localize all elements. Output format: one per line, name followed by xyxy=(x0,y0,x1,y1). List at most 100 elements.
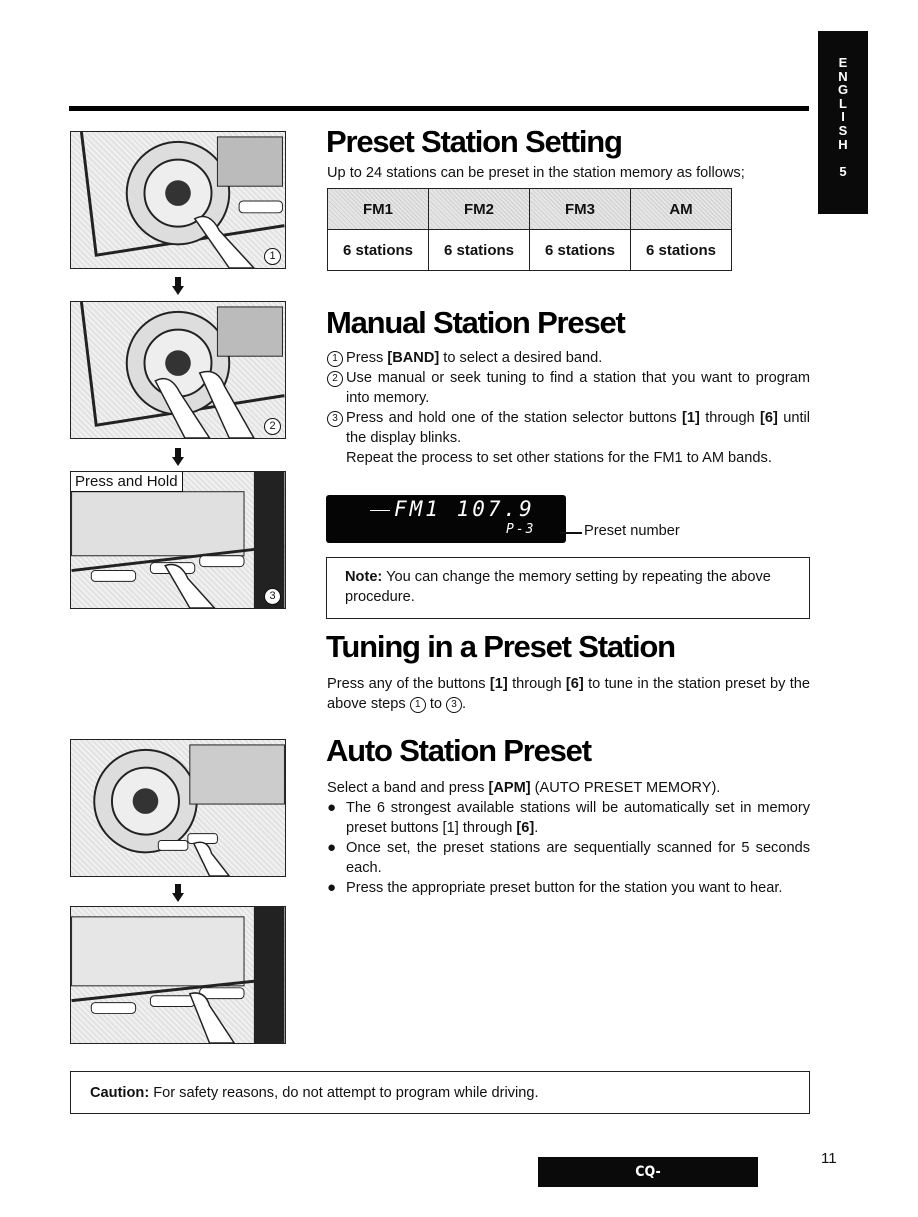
bullet-text: Press the appropriate preset button for … xyxy=(346,880,783,896)
heading-tuning-preset-station: Tuning in a Preset Station xyxy=(326,629,676,664)
callout-leader-line xyxy=(560,532,582,534)
caution-text: For safety reasons, do not attempt to pr… xyxy=(149,1085,539,1101)
car-stereo-dial-illustration xyxy=(79,132,285,268)
note-box: Note: You can change the memory setting … xyxy=(326,557,810,619)
key-label: [1] xyxy=(489,676,508,692)
text-segment: through xyxy=(458,820,517,836)
band-cell: FM2 xyxy=(428,188,530,230)
step-text: to select a desired band. xyxy=(439,350,603,366)
text-segment: (AUTO PRESET MEMORY). xyxy=(530,780,721,796)
lcd-display: FM1 107.9 P-3 xyxy=(326,495,566,543)
bullet-item: ● Press the appropriate preset button fo… xyxy=(327,878,810,898)
text-segment: through xyxy=(507,676,566,692)
step-text: through xyxy=(699,410,761,426)
capacity-row: 6 stations 6 stations 6 stations 6 stati… xyxy=(327,229,732,271)
key-label: [6] xyxy=(760,410,778,426)
down-arrow-icon xyxy=(172,884,184,902)
illustration-seek-tuning: 2 xyxy=(70,301,286,439)
section-number: 5 xyxy=(839,164,847,180)
heading-manual-station-preset: Manual Station Preset xyxy=(326,305,626,340)
step-item: 2 Use manual or seek tuning to find a st… xyxy=(327,368,810,408)
step-number-icon: 2 xyxy=(327,371,343,387)
tuning-preset-text: Press any of the buttons [1] through [6]… xyxy=(327,674,810,714)
capacity-cell: 6 stations xyxy=(327,229,429,271)
page-number: 11 xyxy=(821,1150,837,1167)
down-arrow-icon xyxy=(172,448,184,466)
step-text: Use manual or seek tuning to find a stat… xyxy=(346,370,810,406)
down-arrow-icon xyxy=(172,277,184,295)
step-text: Press xyxy=(346,350,388,366)
language-tab: E N G L I S H 5 xyxy=(818,31,868,214)
step-number-badge: 1 xyxy=(264,248,281,265)
car-stereo-preset-buttons-illustration xyxy=(71,907,285,1043)
repeat-note: Repeat the process to set other stations… xyxy=(327,448,810,468)
illustration-press-and-hold: Press and Hold 3 xyxy=(70,471,286,609)
lcd-band-frequency: FM1 107.9 xyxy=(394,497,535,521)
step-item: 3 Press and hold one of the station sele… xyxy=(327,408,810,448)
key-label: [1] xyxy=(682,410,700,426)
lang-letter: E xyxy=(838,55,848,70)
car-stereo-dial-illustration xyxy=(93,744,285,876)
band-key-label: [BAND] xyxy=(387,350,440,366)
step-number-icon: 1 xyxy=(327,351,343,367)
bullet-item: ● Once set, the preset stations are sequ… xyxy=(327,838,810,878)
text-segment: to xyxy=(425,696,447,712)
bullet-icon: ● xyxy=(327,879,337,896)
top-rule xyxy=(69,106,809,111)
step-item: 1 Press [BAND] to select a desired band. xyxy=(327,348,810,368)
band-cell: AM xyxy=(630,188,732,230)
manual-preset-steps: 1 Press [BAND] to select a desired band.… xyxy=(327,348,810,468)
model-number-badge: CQ-DFX77/DFX55/DF66/DF44EUC xyxy=(538,1157,758,1210)
lang-letter: I xyxy=(841,109,845,125)
lcd-band: FM1 xyxy=(394,497,441,521)
lcd-preset-number: P-3 xyxy=(506,522,536,537)
local-indicator-icon xyxy=(370,501,390,511)
step-text: Press and hold one of the station select… xyxy=(346,410,683,426)
press-and-hold-caption: Press and Hold xyxy=(71,472,183,492)
key-label: [6] xyxy=(516,820,535,836)
capacity-cell: 6 stations xyxy=(529,229,631,271)
auto-preset-intro: Select a band and press [APM] (AUTO PRES… xyxy=(327,778,810,798)
step-number-badge: 3 xyxy=(264,588,281,605)
repeat-text: Repeat the process to set other stations… xyxy=(346,450,772,466)
step-number-icon: 3 xyxy=(327,411,343,427)
lang-letter: H xyxy=(838,136,848,152)
car-stereo-preset-buttons-illustration xyxy=(71,472,285,608)
step-number-badge: 2 xyxy=(264,418,281,435)
heading-preset-station-setting: Preset Station Setting xyxy=(326,124,623,159)
heading-auto-station-preset: Auto Station Preset xyxy=(326,733,592,768)
illustration-press-apm xyxy=(70,739,286,877)
bullet-icon: ● xyxy=(327,839,337,856)
text-segment: Press any of the buttons xyxy=(327,676,490,692)
illustration-press-band: 1 xyxy=(70,131,286,269)
step-number-icon: 3 xyxy=(446,697,463,713)
bullet-icon: ● xyxy=(327,799,337,816)
note-label: Note: xyxy=(345,569,383,585)
text-segment: The 6 strongest available stations will … xyxy=(346,800,810,836)
bullet-text: Once set, the preset stations are sequen… xyxy=(346,840,810,876)
car-stereo-dial-illustration xyxy=(79,302,285,438)
preset-intro-text: Up to 24 stations can be preset in the s… xyxy=(327,165,745,181)
note-text: You can change the memory setting by rep… xyxy=(345,569,771,605)
lcd-frequency: 107.9 xyxy=(456,497,535,521)
lang-letter: S xyxy=(838,122,848,138)
capacity-cell: 6 stations xyxy=(428,229,530,271)
caution-box: Caution: For safety reasons, do not atte… xyxy=(70,1071,810,1114)
band-cell: FM1 xyxy=(327,188,429,230)
band-header-row: FM1 FM2 FM3 AM xyxy=(327,188,732,230)
illustration-preset-scan xyxy=(70,906,286,1044)
capacity-cell: 6 stations xyxy=(630,229,732,271)
preset-number-label: Preset number xyxy=(584,523,680,539)
lang-letter: G xyxy=(837,82,849,98)
text-segment: . xyxy=(462,696,467,712)
text-segment: Select a band and press xyxy=(327,780,489,796)
bullet-item: ● The 6 strongest available stations wil… xyxy=(327,798,810,838)
band-capacity-table: FM1 FM2 FM3 AM 6 stations 6 stations 6 s… xyxy=(327,188,732,271)
auto-preset-bullets: ● The 6 strongest available stations wil… xyxy=(327,798,810,898)
caution-label: Caution: xyxy=(90,1085,150,1101)
lang-letter: L xyxy=(839,95,847,111)
step-number-icon: 1 xyxy=(409,697,426,713)
band-cell: FM3 xyxy=(529,188,631,230)
language-letters: E N G L I S H xyxy=(818,31,868,151)
key-label: [1] xyxy=(442,820,459,836)
